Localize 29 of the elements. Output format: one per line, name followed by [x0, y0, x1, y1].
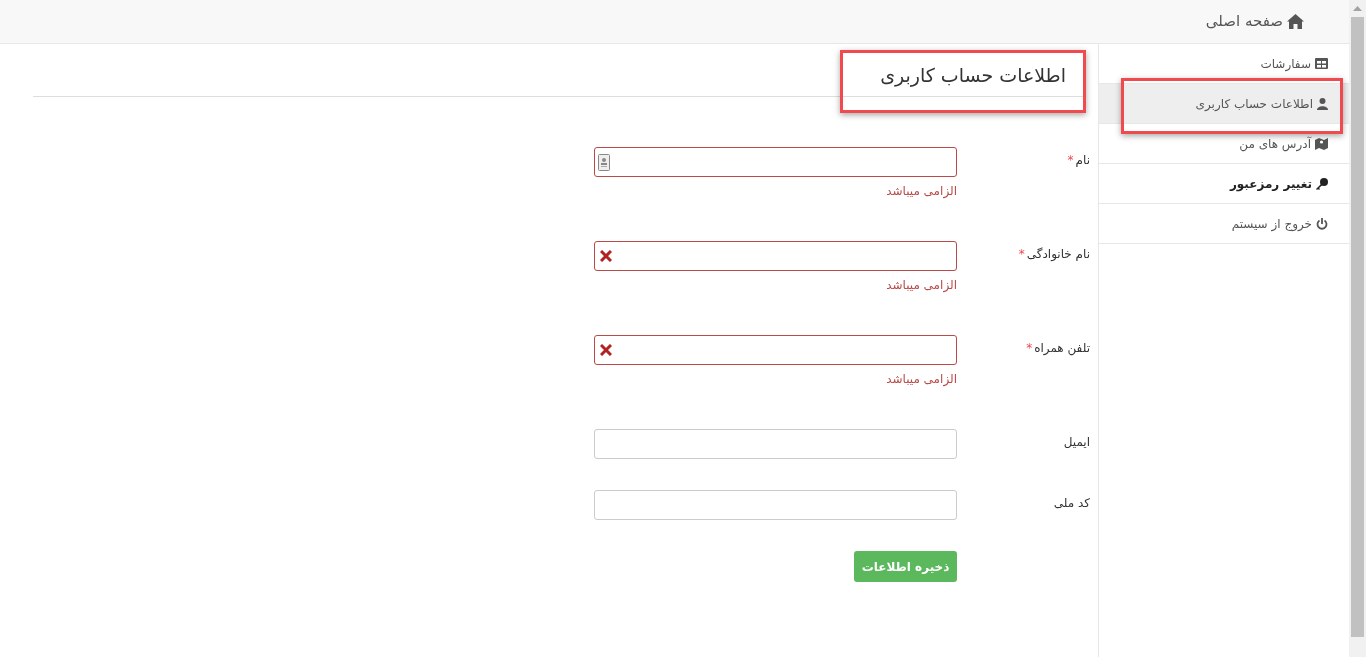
field-label: نام خانوادگی — [1026, 246, 1090, 263]
required-mark: * — [1067, 152, 1074, 169]
home-link[interactable]: صفحه اصلی — [1205, 10, 1304, 33]
key-icon — [1316, 177, 1328, 190]
scrollbar[interactable] — [1349, 0, 1366, 657]
map-icon — [1315, 137, 1328, 150]
field-label: ایمیل — [1063, 434, 1090, 451]
user-icon — [1317, 97, 1328, 110]
contact-card-icon[interactable] — [598, 153, 610, 171]
error-message: الزامی میباشد — [886, 183, 957, 200]
home-icon — [1287, 14, 1304, 29]
error-message: الزامی میباشد — [886, 371, 957, 388]
required-mark: * — [1026, 340, 1033, 357]
sidebar-item[interactable]: اطلاعات حساب کاربری — [1099, 84, 1349, 124]
page-title: اطلاعات حساب کاربری — [879, 63, 1066, 89]
table-icon — [1315, 58, 1328, 69]
scrollbar-thumb[interactable] — [1351, 17, 1364, 637]
error-cross-icon — [600, 250, 612, 262]
field-label: کد ملی — [1053, 495, 1090, 512]
error-message: الزامی میباشد — [886, 277, 957, 294]
scroll-up-icon[interactable] — [1353, 6, 1362, 11]
input-field[interactable] — [594, 147, 957, 177]
field-label: نام — [1075, 152, 1090, 169]
power-icon — [1316, 217, 1328, 230]
required-mark: * — [1018, 246, 1025, 263]
input-field[interactable] — [594, 335, 957, 365]
input-field[interactable] — [594, 241, 957, 271]
field-label: تلفن همراه — [1034, 340, 1090, 357]
error-cross-icon — [600, 344, 612, 356]
